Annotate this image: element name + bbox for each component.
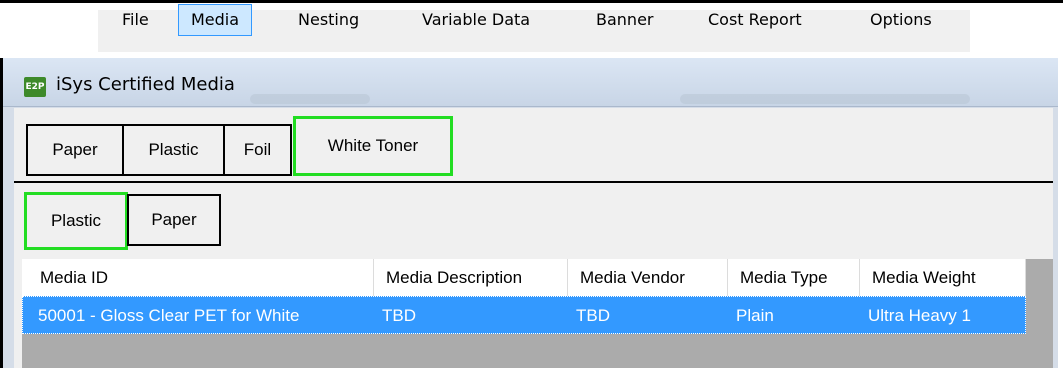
cell-media-vendor[interactable]: TBD (568, 297, 728, 334)
cell-media-type[interactable]: Plain (728, 297, 860, 334)
menu-nesting[interactable]: Nesting (286, 4, 371, 36)
column-header-media-id[interactable]: Media ID (22, 259, 374, 296)
window-edge (0, 58, 3, 368)
tab-plastic[interactable]: Plastic (122, 124, 225, 176)
column-header-media-type[interactable]: Media Type (728, 259, 860, 296)
tab-white-toner[interactable]: White Toner (293, 116, 453, 176)
subtab-paper[interactable]: Paper (127, 194, 221, 246)
subtab-plastic[interactable]: Plastic (24, 192, 128, 250)
divider (14, 181, 1053, 183)
cell-media-description[interactable]: TBD (374, 297, 568, 334)
column-header-media-vendor[interactable]: Media Vendor (568, 259, 728, 296)
menu-cost-report[interactable]: Cost Report (696, 4, 814, 36)
app-icon: E2P (24, 77, 46, 97)
cell-media-weight[interactable]: Ultra Heavy 1 (860, 297, 1026, 334)
menu-file[interactable]: File (110, 4, 161, 36)
window-edge (1058, 58, 1063, 368)
menu-options[interactable]: Options (858, 4, 944, 36)
blurred-background (680, 94, 970, 104)
tab-paper[interactable]: Paper (26, 124, 124, 176)
menu-media[interactable]: Media (178, 4, 253, 36)
window-title: iSys Certified Media (56, 74, 235, 95)
column-header-media-description[interactable]: Media Description (374, 259, 568, 296)
column-header-media-weight[interactable]: Media Weight (860, 259, 1026, 296)
cell-media-id[interactable]: 50001 - Gloss Clear PET for White (22, 297, 374, 334)
menu-banner[interactable]: Banner (584, 4, 665, 36)
blurred-background (250, 94, 370, 104)
tab-foil[interactable]: Foil (223, 124, 292, 176)
top-border (0, 0, 1063, 3)
menu-variable-data[interactable]: Variable Data (410, 4, 542, 36)
